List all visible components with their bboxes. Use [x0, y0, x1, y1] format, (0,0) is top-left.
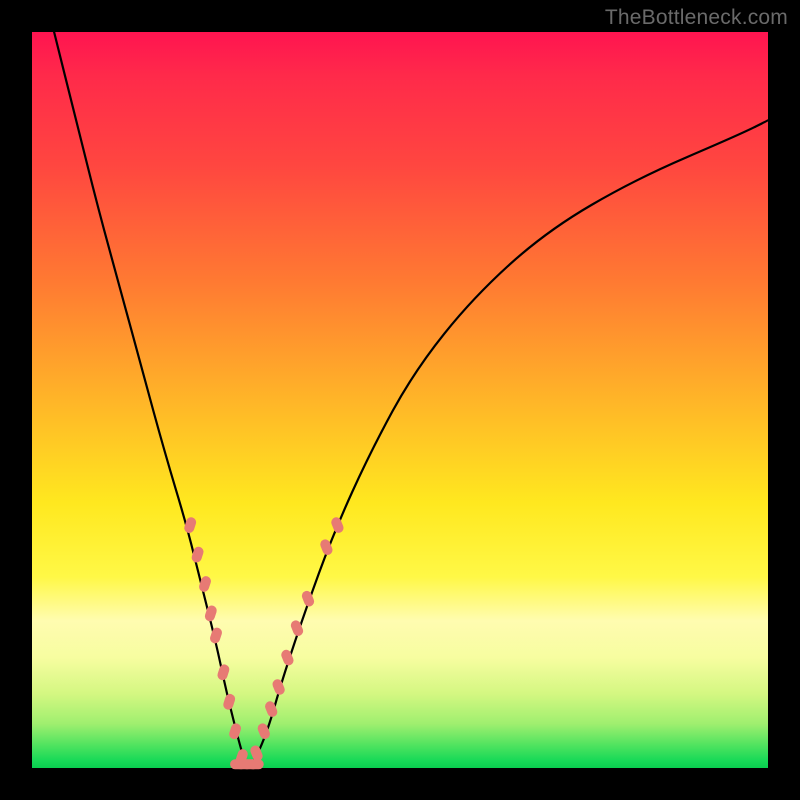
- data-marker: [300, 589, 315, 608]
- data-markers: [183, 516, 345, 769]
- data-marker: [271, 678, 286, 697]
- plot-area: [32, 32, 768, 768]
- data-marker: [222, 693, 236, 711]
- data-marker: [330, 516, 345, 535]
- data-marker: [216, 663, 230, 681]
- data-marker: [209, 626, 223, 644]
- curve-svg: [32, 32, 768, 768]
- bottleneck-curve: [54, 32, 768, 764]
- chart-frame: TheBottleneck.com: [0, 0, 800, 800]
- data-marker: [248, 759, 264, 769]
- watermark-text: TheBottleneck.com: [605, 6, 788, 30]
- data-marker: [228, 722, 242, 740]
- data-marker: [204, 604, 218, 622]
